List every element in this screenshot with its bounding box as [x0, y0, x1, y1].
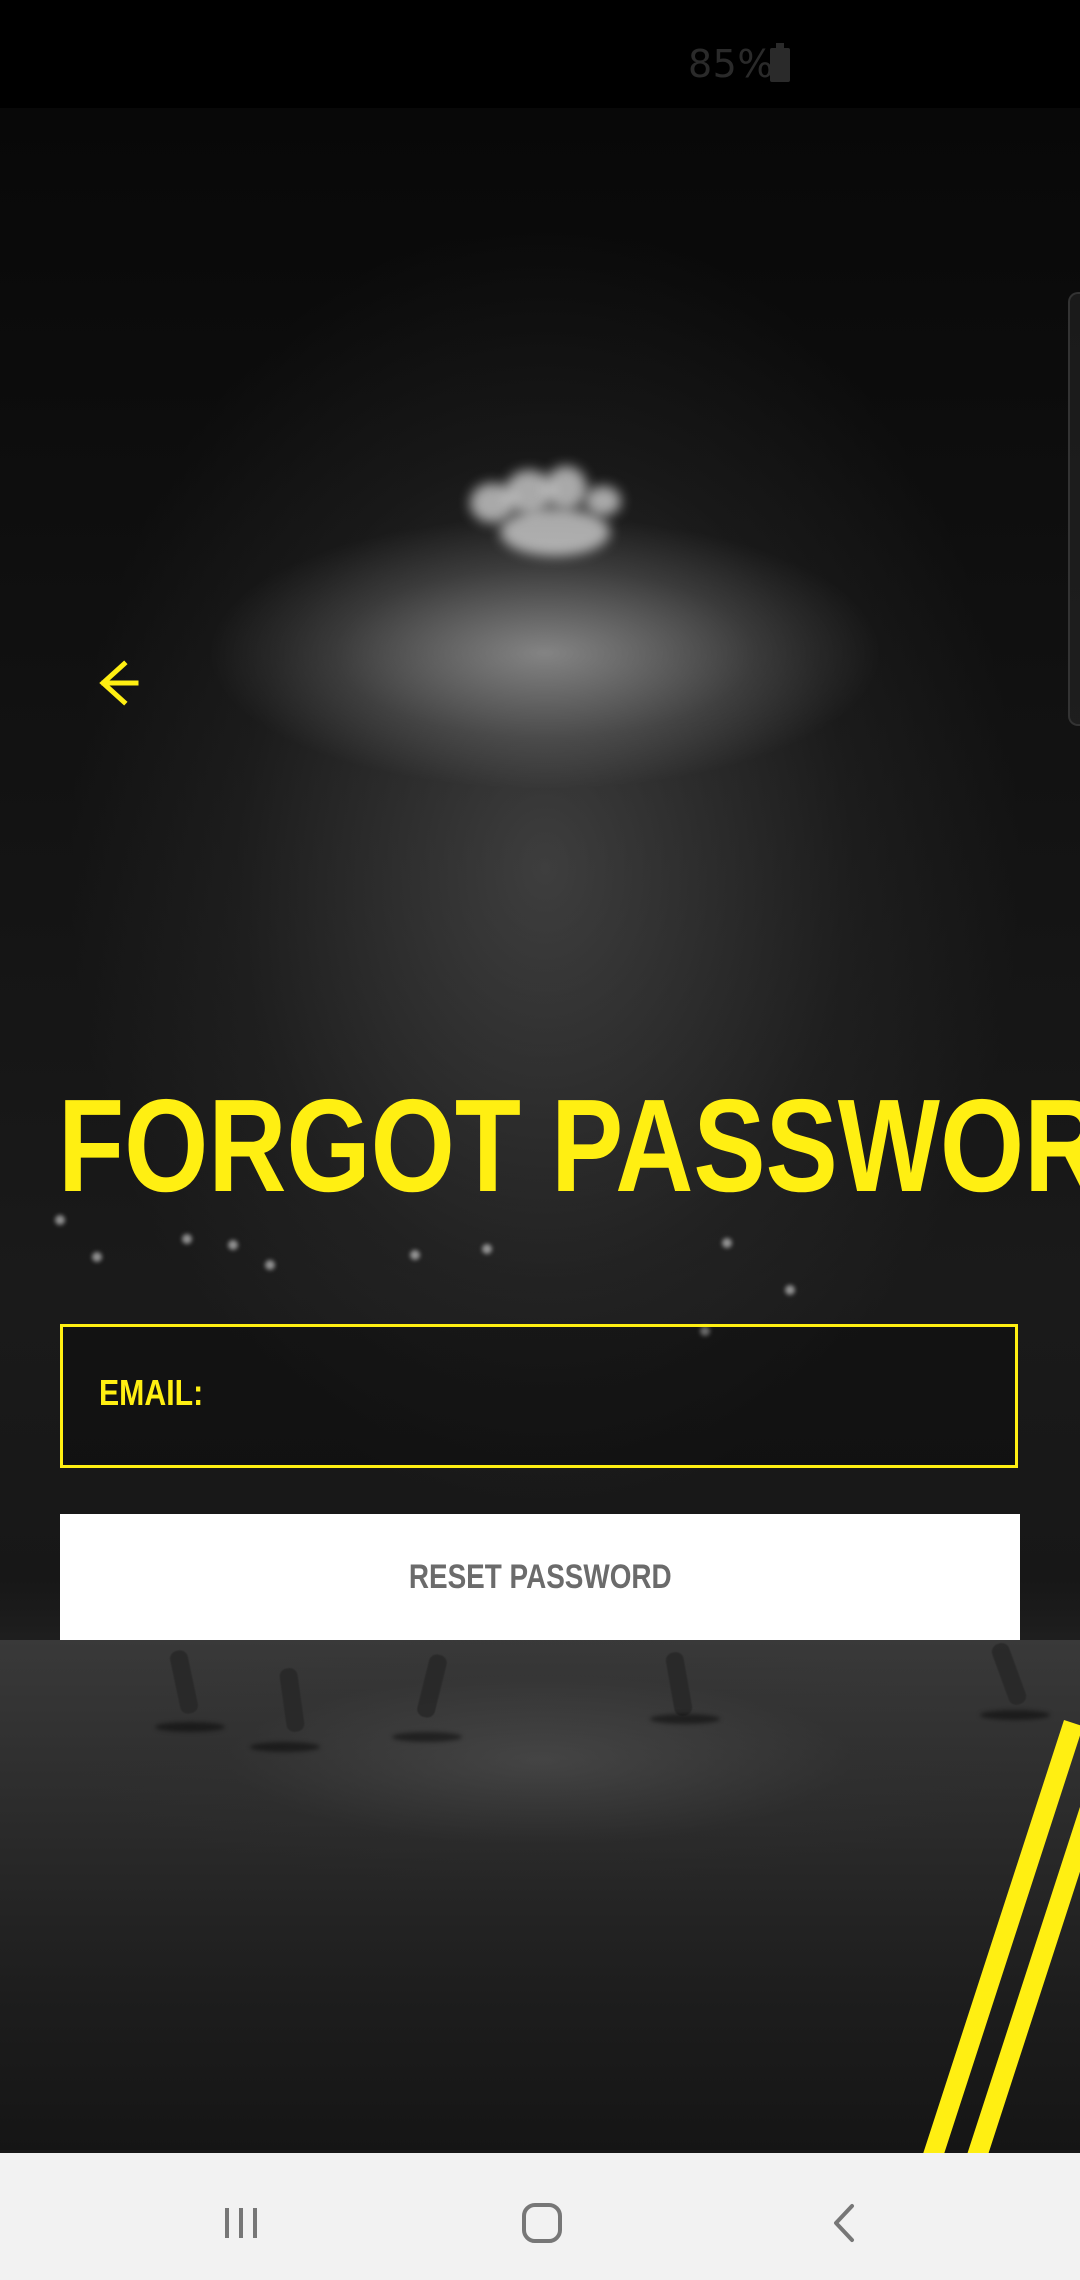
recent-apps-icon — [225, 2208, 257, 2238]
status-bar: 85% — [0, 0, 1080, 108]
distant-light — [92, 1252, 102, 1262]
email-label: EMAIL: — [99, 1372, 204, 1413]
back-arrow-icon — [99, 660, 139, 706]
email-input[interactable] — [273, 1361, 973, 1433]
player-figure — [664, 1650, 694, 1718]
player-shadow — [155, 1722, 225, 1732]
email-field[interactable]: EMAIL: — [60, 1324, 1018, 1468]
stadium-light — [500, 508, 610, 556]
player-shadow — [392, 1732, 462, 1742]
edge-panel-handle[interactable] — [1068, 292, 1080, 726]
soccer-field — [0, 1640, 1080, 2150]
system-back-button[interactable] — [810, 2188, 880, 2258]
player-shadow — [250, 1742, 320, 1752]
home-button[interactable] — [507, 2188, 577, 2258]
page-title: FORGOT PASSWORD — [58, 1072, 1080, 1219]
distant-light — [482, 1244, 492, 1254]
recent-apps-button[interactable] — [206, 2188, 276, 2258]
distant-light — [182, 1234, 192, 1244]
reset-password-button[interactable]: RESET PASSWORD — [60, 1514, 1020, 1640]
distant-light — [722, 1238, 732, 1248]
player-figure — [415, 1652, 449, 1720]
player-shadow — [650, 1714, 720, 1724]
reset-password-label: RESET PASSWORD — [408, 1558, 672, 1596]
battery-percentage: 85% — [688, 42, 774, 86]
system-back-icon — [834, 2204, 854, 2242]
home-icon — [522, 2203, 562, 2243]
distant-light — [785, 1285, 795, 1295]
player-figure — [278, 1667, 306, 1733]
distant-light — [265, 1260, 275, 1270]
battery-icon — [770, 43, 790, 82]
stadium-light — [585, 486, 621, 516]
player-figure — [168, 1648, 200, 1716]
player-shadow — [980, 1710, 1050, 1720]
distant-light — [410, 1250, 420, 1260]
forgot-password-screen: 85% FORGOT PASSWORD EMAIL: RESET PASSWOR… — [0, 0, 1080, 2280]
back-button[interactable] — [94, 657, 146, 709]
distant-light — [228, 1240, 238, 1250]
player-figure — [989, 1640, 1029, 1708]
stadium-light — [545, 466, 587, 510]
